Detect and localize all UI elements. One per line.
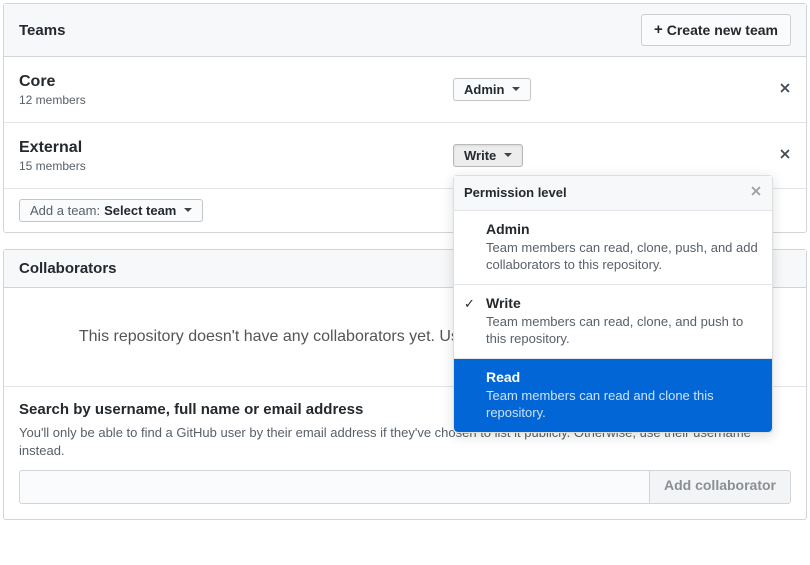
permission-select[interactable]: Admin: [453, 78, 531, 101]
create-new-team-label: Create new team: [667, 21, 778, 39]
dropdown-title: Permission level: [464, 185, 567, 200]
dropdown-close-button[interactable]: [750, 184, 762, 202]
check-icon: ✓: [464, 296, 475, 312]
team-name: External: [19, 138, 453, 159]
add-team-prefix: Add a team:: [30, 203, 100, 218]
team-members-count: 12 members: [19, 93, 453, 107]
dropdown-item-desc: Team members can read, clone, push, and …: [486, 239, 760, 274]
create-new-team-button[interactable]: + Create new team: [641, 14, 791, 46]
dropdown-item-desc: Team members can read and clone this rep…: [486, 387, 760, 422]
dropdown-item-desc: Team members can read, clone, and push t…: [486, 313, 760, 348]
permission-label: Admin: [464, 82, 504, 97]
add-collaborator-button[interactable]: Add collaborator: [649, 470, 791, 504]
collaborator-search-input[interactable]: [19, 470, 649, 504]
close-icon: [779, 147, 791, 161]
collaborators-title: Collaborators: [19, 260, 117, 277]
dropdown-item-read[interactable]: Read Team members can read and clone thi…: [454, 359, 772, 432]
dropdown-item-write[interactable]: ✓ Write Team members can read, clone, an…: [454, 285, 772, 359]
dropdown-item-admin[interactable]: Admin Team members can read, clone, push…: [454, 211, 772, 285]
add-team-select[interactable]: Add a team: Select team: [19, 199, 203, 222]
teams-header: Teams + Create new team: [4, 4, 806, 57]
remove-team-button[interactable]: [779, 81, 791, 95]
permission-label: Write: [464, 148, 496, 163]
caret-down-icon: [512, 87, 520, 95]
team-members-count: 15 members: [19, 159, 453, 173]
dropdown-item-title: Read: [486, 369, 760, 385]
permission-dropdown: Permission level Admin Team members can …: [453, 175, 773, 433]
dropdown-header: Permission level: [454, 176, 772, 211]
caret-down-icon: [184, 208, 192, 216]
team-name: Core: [19, 72, 453, 93]
team-info: External 15 members: [19, 138, 453, 173]
permission-select[interactable]: Write: [453, 144, 523, 167]
team-info: Core 12 members: [19, 72, 453, 107]
plus-icon: +: [654, 23, 663, 37]
table-row: Core 12 members Admin: [4, 57, 806, 123]
teams-title: Teams: [19, 22, 65, 39]
add-team-select-label: Select team: [104, 203, 176, 218]
caret-down-icon: [504, 153, 512, 161]
close-icon: [750, 184, 762, 198]
dropdown-item-title: Write: [486, 295, 760, 311]
close-icon: [779, 81, 791, 95]
remove-team-button[interactable]: [779, 147, 791, 161]
dropdown-item-title: Admin: [486, 221, 760, 237]
search-row: Add collaborator: [19, 470, 791, 504]
